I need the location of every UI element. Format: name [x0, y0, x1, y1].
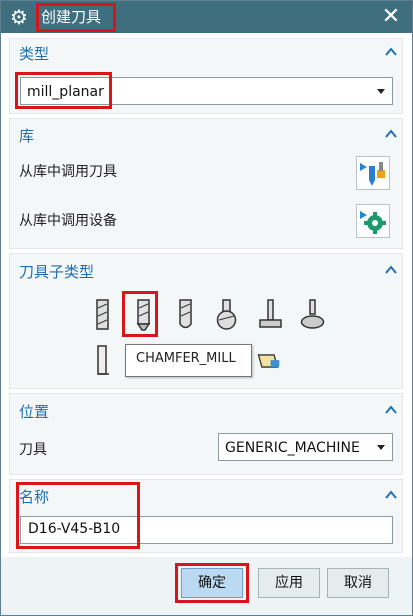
type-select-value: mill_planar [27, 84, 104, 100]
mill-form-icon[interactable] [255, 344, 281, 378]
chamfer-mill-icon[interactable] [130, 298, 156, 332]
close-icon[interactable]: ✕ [380, 4, 402, 30]
tool-location-select[interactable]: GENERIC_MACHINE [218, 433, 393, 461]
dropdown-arrow-icon [377, 89, 385, 94]
collapse-name-chevron-icon[interactable] [384, 489, 398, 501]
create-tool-dialog: ⚙ 创建刀具 ✕ 类型 mill_planar 库 从库中调用刀具 从库中调用设… [0, 0, 413, 616]
subtype-section-title: 刀具子类型 [19, 263, 95, 281]
type-section-title: 类型 [19, 45, 50, 63]
retrieve-device-from-library-button[interactable] [356, 204, 390, 238]
retrieve-device-from-library-icon [360, 211, 386, 234]
library-section-title: 库 [19, 127, 35, 145]
retrieve-tool-label: 从库中调用刀具 [19, 164, 117, 180]
barrel-cutter-icon[interactable] [299, 298, 325, 332]
t-cutter-icon[interactable] [257, 298, 283, 332]
thread-mill-icon[interactable] [89, 344, 115, 378]
retrieve-tool-from-library-icon [360, 162, 385, 186]
dialog-title: 创建刀具 [41, 8, 102, 26]
location-section-title: 位置 [19, 403, 50, 421]
ball-mill-icon[interactable] [172, 298, 198, 332]
name-section-title: 名称 [19, 488, 50, 506]
tool-location-value: GENERIC_MACHINE [225, 440, 360, 456]
apply-button[interactable]: 应用 [258, 568, 320, 598]
tool-location-label: 刀具 [19, 442, 47, 458]
title-bar[interactable]: ⚙ 创建刀具 ✕ [1, 1, 412, 33]
tool-tooltip: CHAMFER_MILL [125, 344, 252, 377]
cancel-button[interactable]: 取消 [327, 568, 389, 598]
gear-icon[interactable]: ⚙ [8, 6, 30, 28]
dropdown-arrow-icon [377, 445, 385, 450]
type-select[interactable]: mill_planar [20, 77, 393, 105]
ok-button[interactable]: 确定 [181, 568, 243, 598]
collapse-type-chevron-icon[interactable] [384, 46, 398, 58]
retrieve-device-label: 从库中调用设备 [19, 213, 117, 229]
spherical-mill-icon[interactable] [213, 298, 239, 332]
tool-name-input[interactable]: D16-V45-B10 [20, 516, 393, 544]
mill-icon[interactable] [89, 298, 115, 332]
collapse-library-chevron-icon[interactable] [384, 128, 398, 140]
retrieve-tool-from-library-button[interactable] [356, 156, 390, 190]
collapse-subtype-chevron-icon[interactable] [384, 264, 398, 276]
collapse-location-chevron-icon[interactable] [384, 404, 398, 416]
